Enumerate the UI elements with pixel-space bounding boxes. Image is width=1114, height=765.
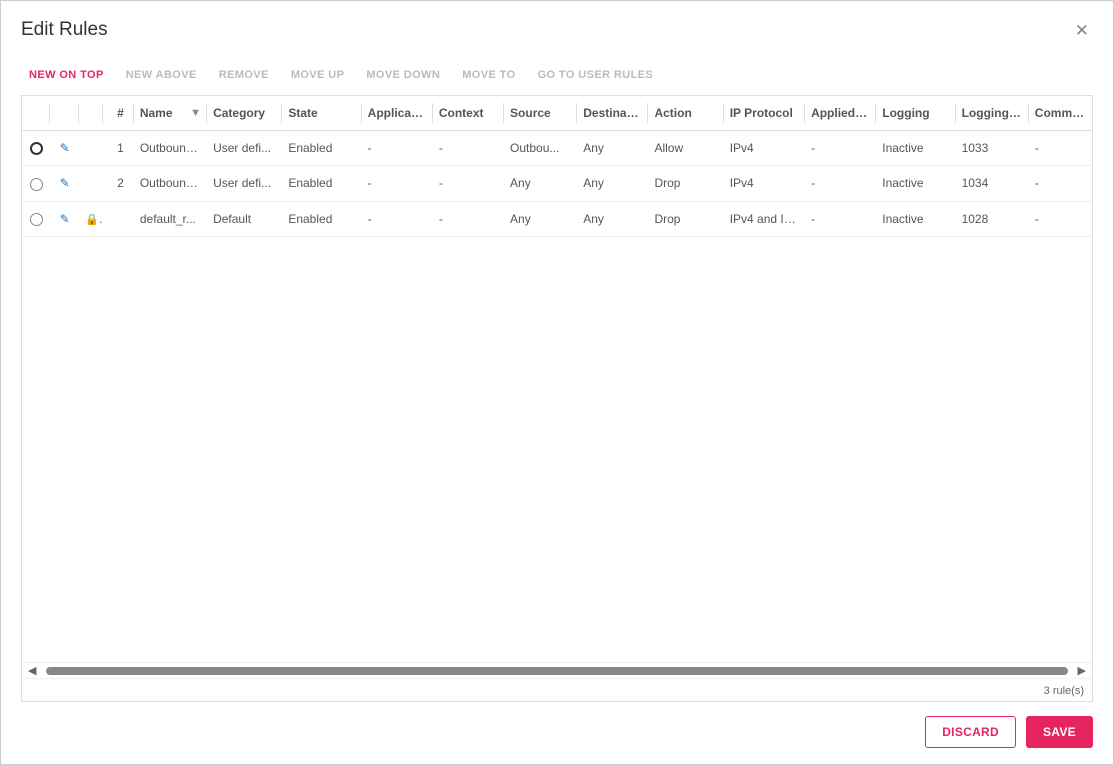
dialog-header: Edit Rules ✕ bbox=[21, 19, 1093, 41]
cell-applications: - bbox=[362, 131, 433, 166]
col-context[interactable]: Context bbox=[433, 96, 504, 131]
pencil-icon[interactable]: ✎ bbox=[60, 176, 70, 190]
col-destination[interactable]: Destination bbox=[577, 96, 648, 131]
cell-ip-protocol: IPv4 bbox=[724, 166, 805, 201]
cell-name: Outbound... bbox=[134, 166, 207, 201]
cell-destination: Any bbox=[577, 201, 648, 236]
cell-num: 1 bbox=[103, 131, 134, 166]
rules-table: # Name ▼ Category State Applications Con… bbox=[22, 96, 1092, 237]
toolbar-remove[interactable]: REMOVE bbox=[219, 69, 269, 81]
row-radio[interactable] bbox=[30, 213, 43, 226]
cell-logging-id: 1033 bbox=[956, 131, 1029, 166]
cell-logging: Inactive bbox=[876, 201, 955, 236]
col-action[interactable]: Action bbox=[648, 96, 723, 131]
cell-comments: - bbox=[1029, 131, 1092, 166]
rules-table-container: # Name ▼ Category State Applications Con… bbox=[21, 95, 1093, 702]
col-num[interactable]: # bbox=[103, 96, 134, 131]
cell-state: Enabled bbox=[282, 166, 361, 201]
col-ip-protocol[interactable]: IP Protocol bbox=[724, 96, 805, 131]
cell-source: Outbou... bbox=[504, 131, 577, 166]
cell-category: Default bbox=[207, 201, 282, 236]
cell-category: User defi... bbox=[207, 131, 282, 166]
toolbar-move-up[interactable]: MOVE UP bbox=[291, 69, 345, 81]
cell-logging-id: 1034 bbox=[956, 166, 1029, 201]
col-edit bbox=[50, 96, 78, 131]
cell-source: Any bbox=[504, 201, 577, 236]
cell-category: User defi... bbox=[207, 166, 282, 201]
row-count: 3 rule(s) bbox=[22, 678, 1092, 701]
dialog-footer: DISCARD SAVE bbox=[21, 702, 1093, 748]
col-lock bbox=[79, 96, 103, 131]
close-icon[interactable]: ✕ bbox=[1071, 20, 1093, 41]
cell-state: Enabled bbox=[282, 201, 361, 236]
cell-action: Drop bbox=[648, 201, 723, 236]
col-applied-to[interactable]: Applied To bbox=[805, 96, 876, 131]
save-button[interactable]: SAVE bbox=[1026, 716, 1093, 748]
pencil-icon[interactable]: ✎ bbox=[60, 212, 70, 226]
cell-comments: - bbox=[1029, 201, 1092, 236]
cell-applications: - bbox=[362, 201, 433, 236]
lock-icon: 🔒 bbox=[85, 212, 103, 226]
cell-destination: Any bbox=[577, 131, 648, 166]
cell-context: - bbox=[433, 166, 504, 201]
dialog-title: Edit Rules bbox=[21, 19, 108, 41]
toolbar-new-on-top[interactable]: NEW ON TOP bbox=[29, 69, 104, 81]
cell-action: Allow bbox=[648, 131, 723, 166]
cell-name: Outbound... bbox=[134, 131, 207, 166]
row-radio[interactable] bbox=[30, 142, 43, 155]
col-logging[interactable]: Logging bbox=[876, 96, 955, 131]
cell-name: default_r... bbox=[134, 201, 207, 236]
col-category[interactable]: Category bbox=[207, 96, 282, 131]
horizontal-scrollbar[interactable]: ◀ ▶ bbox=[22, 662, 1092, 678]
cell-logging: Inactive bbox=[876, 131, 955, 166]
col-applications[interactable]: Applications bbox=[362, 96, 433, 131]
col-name[interactable]: Name ▼ bbox=[134, 96, 207, 131]
cell-destination: Any bbox=[577, 166, 648, 201]
table-header-row: # Name ▼ Category State Applications Con… bbox=[22, 96, 1092, 131]
col-name-label: Name bbox=[140, 106, 173, 120]
cell-logging-id: 1028 bbox=[956, 201, 1029, 236]
cell-ip-protocol: IPv4 bbox=[724, 131, 805, 166]
table-row[interactable]: ✎ 🔒 default_r... Default Enabled - - Any… bbox=[22, 201, 1092, 236]
cell-comments: - bbox=[1029, 166, 1092, 201]
cell-context: - bbox=[433, 201, 504, 236]
table-row[interactable]: ✎ 2 Outbound... User defi... Enabled - -… bbox=[22, 166, 1092, 201]
cell-state: Enabled bbox=[282, 131, 361, 166]
col-source[interactable]: Source bbox=[504, 96, 577, 131]
col-comments[interactable]: Comments bbox=[1029, 96, 1092, 131]
cell-source: Any bbox=[504, 166, 577, 201]
filter-icon[interactable]: ▼ bbox=[190, 107, 201, 119]
toolbar-move-to[interactable]: MOVE TO bbox=[462, 69, 515, 81]
table-row[interactable]: ✎ 1 Outbound... User defi... Enabled - -… bbox=[22, 131, 1092, 166]
row-radio[interactable] bbox=[30, 178, 43, 191]
cell-context: - bbox=[433, 131, 504, 166]
cell-action: Drop bbox=[648, 166, 723, 201]
pencil-icon[interactable]: ✎ bbox=[60, 141, 70, 155]
cell-logging: Inactive bbox=[876, 166, 955, 201]
scroll-right-icon[interactable]: ▶ bbox=[1074, 664, 1090, 677]
toolbar-new-above[interactable]: NEW ABOVE bbox=[126, 69, 197, 81]
cell-ip-protocol: IPv4 and IPv6 bbox=[724, 201, 805, 236]
cell-num: 2 bbox=[103, 166, 134, 201]
col-logging-id[interactable]: Logging ID bbox=[956, 96, 1029, 131]
col-select bbox=[22, 96, 50, 131]
discard-button[interactable]: DISCARD bbox=[925, 716, 1016, 748]
cell-num bbox=[103, 201, 134, 236]
cell-applications: - bbox=[362, 166, 433, 201]
scrollbar-track[interactable] bbox=[46, 667, 1067, 675]
toolbar-go-to-user-rules[interactable]: GO TO USER RULES bbox=[538, 69, 654, 81]
col-state[interactable]: State bbox=[282, 96, 361, 131]
cell-applied-to: - bbox=[805, 131, 876, 166]
toolbar-move-down[interactable]: MOVE DOWN bbox=[366, 69, 440, 81]
toolbar: NEW ON TOP NEW ABOVE REMOVE MOVE UP MOVE… bbox=[21, 69, 1093, 81]
edit-rules-dialog: Edit Rules ✕ NEW ON TOP NEW ABOVE REMOVE… bbox=[0, 0, 1114, 765]
cell-applied-to: - bbox=[805, 201, 876, 236]
scroll-left-icon[interactable]: ◀ bbox=[24, 664, 40, 677]
cell-applied-to: - bbox=[805, 166, 876, 201]
